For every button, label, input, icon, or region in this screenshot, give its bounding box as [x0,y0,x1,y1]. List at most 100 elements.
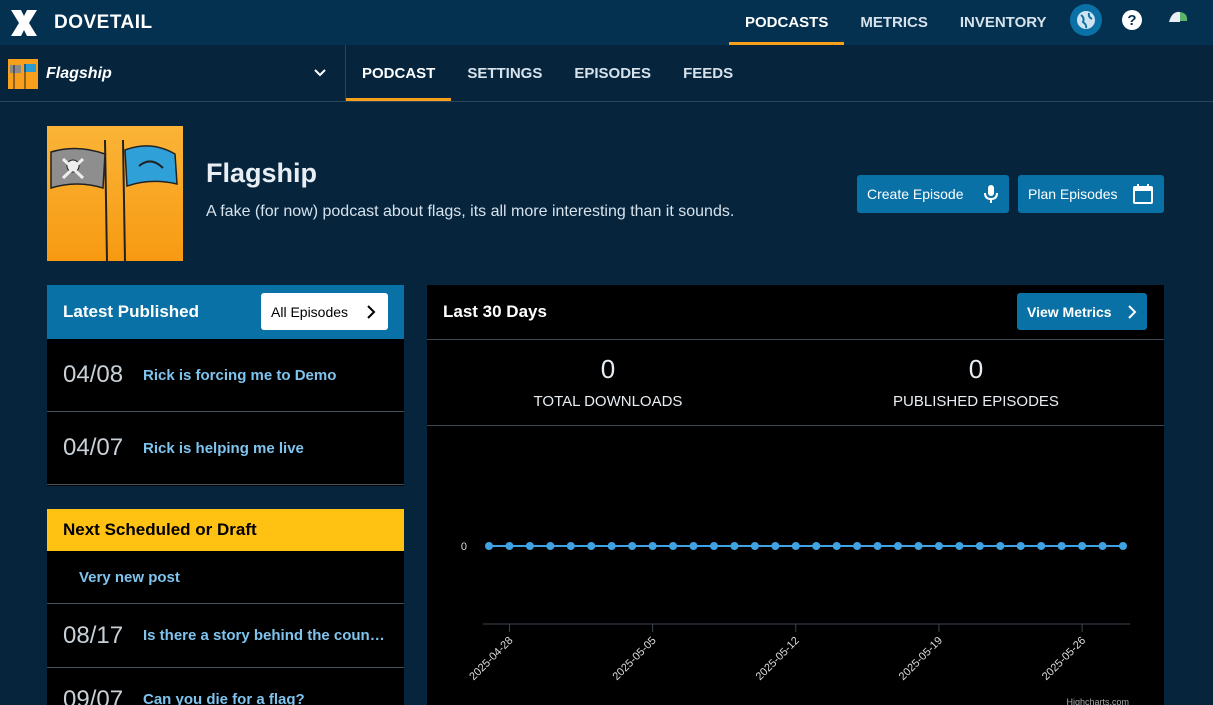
view-metrics-button[interactable]: View Metrics [1017,293,1147,330]
scheduled-row[interactable]: 08/17 Is there a story behind the countr… [47,604,404,668]
y-tick-label: 0 [461,541,467,553]
data-point[interactable] [955,542,964,550]
scheduled-title: Next Scheduled or Draft [63,520,257,539]
all-episodes-label: All Episodes [271,303,349,320]
data-point[interactable] [730,542,739,550]
draft-row[interactable]: Very new post [47,551,404,604]
podcast-selector-name: Flagship [46,64,112,82]
published-episodes-stat: 0 PUBLISHED EPISODES [826,354,1126,410]
user-avatar-icon[interactable] [1162,4,1194,36]
latest-published-title: Latest Published [63,302,200,321]
latest-published-panel: Latest Published All Episodes 04/08 Rick… [47,285,404,486]
data-point[interactable] [566,542,575,550]
data-point[interactable] [1016,542,1025,550]
data-point[interactable] [587,542,596,550]
episode-title-link[interactable]: Rick is helping me live [143,440,304,457]
downloads-chart: 2025-04-28 2025-05-05 2025-05-12 2025-05-19… [461,541,1130,705]
plan-episodes-label: Plan Episodes [1028,186,1118,202]
data-point[interactable] [709,542,718,550]
data-point[interactable] [669,542,678,550]
topnav-metrics[interactable]: METRICS [844,0,944,45]
topnav-podcasts[interactable]: PODCASTS [729,0,845,45]
published-episodes-value: 0 [968,354,984,384]
svg-text:?: ? [1127,12,1136,29]
data-point[interactable] [546,542,555,550]
tab-podcast[interactable]: PODCAST [346,45,452,101]
chart-credit: Highcharts.com [1066,697,1129,705]
data-point[interactable] [934,542,943,550]
metrics-header: Last 30 Days View Metrics [427,285,1164,340]
data-point[interactable] [505,542,514,550]
x-tick-label: 2025-05-12 [754,635,802,683]
data-point[interactable] [873,542,882,550]
data-point[interactable] [1119,542,1127,550]
globe-icon[interactable] [1070,4,1102,36]
data-point[interactable] [853,542,862,550]
x-tick-label: 2025-05-26 [1040,635,1088,683]
published-episodes-label: PUBLISHED EPISODES [893,393,1059,410]
data-point[interactable] [832,542,841,550]
top-navbar: DOVETAIL PODCASTS METRICS INVENTORY ? [0,0,1213,45]
metrics-stats: 0 TOTAL DOWNLOADS 0 PUBLISHED EPISODES [427,340,1164,426]
data-point[interactable] [648,542,657,550]
metrics-title: Last 30 Days [443,302,547,321]
x-tick-label: 2025-05-19 [897,635,945,683]
data-point[interactable] [975,542,984,550]
podcast-subnav-bar: Flagship PODCAST SETTINGS EPISODES FEEDS [0,45,1213,102]
scheduled-header: Next Scheduled or Draft [47,509,404,551]
create-episode-label: Create Episode [867,186,964,202]
data-point[interactable] [996,542,1005,550]
chevron-right-icon [367,305,376,319]
data-point[interactable] [914,542,923,550]
data-point[interactable] [525,542,534,550]
total-downloads-label: TOTAL DOWNLOADS [533,393,683,410]
metrics-panel: Last 30 Days View Metrics 0 TOTAL DOWNLO… [427,285,1164,705]
topnav-inventory[interactable]: INVENTORY [944,0,1063,45]
episode-row[interactable]: 04/08 Rick is forcing me to Demo [47,339,404,412]
episode-date: 04/08 [63,361,124,388]
podcast-thumbnail [8,58,38,89]
data-point[interactable] [771,542,780,550]
total-downloads-value: 0 [600,354,616,384]
chevron-down-icon [314,69,326,77]
data-point[interactable] [689,542,698,550]
help-icon[interactable]: ? [1116,4,1148,36]
podcast-description: A fake (for now) podcast about flags, it… [206,203,735,220]
tab-episodes[interactable]: EPISODES [558,45,667,101]
episode-date: 04/07 [63,434,124,461]
data-point[interactable] [750,542,759,550]
podcast-cover-art [47,126,183,261]
x-tick-label: 2025-05-05 [610,635,658,683]
all-episodes-button[interactable]: All Episodes [261,293,388,330]
tab-feeds[interactable]: FEEDS [667,45,749,101]
episode-title-link[interactable]: Rick is forcing me to Demo [143,367,336,384]
draft-title-link[interactable]: Very new post [79,569,180,586]
data-point[interactable] [1037,542,1046,550]
data-point[interactable] [791,542,800,550]
scheduled-row[interactable]: 09/07 Can you die for a flag? [47,668,404,705]
data-point[interactable] [812,542,821,550]
x-tick-label: 2025-04-28 [467,635,515,683]
tab-settings[interactable]: SETTINGS [451,45,558,101]
data-point[interactable] [894,542,903,550]
top-nav: PODCASTS METRICS INVENTORY [729,0,1063,45]
plan-episodes-button[interactable]: Plan Episodes [1018,175,1164,213]
latest-published-header: Latest Published All Episodes [47,285,404,339]
microphone-icon [983,184,999,204]
data-point[interactable] [1078,542,1087,550]
create-episode-button[interactable]: Create Episode [857,175,1009,213]
podcast-selector[interactable]: Flagship [0,45,346,102]
app-logo[interactable]: DOVETAIL [8,7,153,39]
scheduled-date: 09/07 [63,685,124,705]
data-point[interactable] [1098,542,1107,550]
dovetail-logo-icon [11,9,37,36]
chevron-right-icon [1127,304,1137,319]
scheduled-title-link[interactable]: Can you die for a flag? [143,691,305,705]
episode-row[interactable]: 04/07 Rick is helping me live [47,412,404,485]
view-metrics-label: View Metrics [1027,303,1112,320]
data-point[interactable] [1057,542,1066,550]
data-point[interactable] [485,542,493,550]
data-point[interactable] [607,542,616,550]
data-point[interactable] [628,542,637,550]
scheduled-title-link[interactable]: Is there a story behind the country flag… [143,627,389,644]
